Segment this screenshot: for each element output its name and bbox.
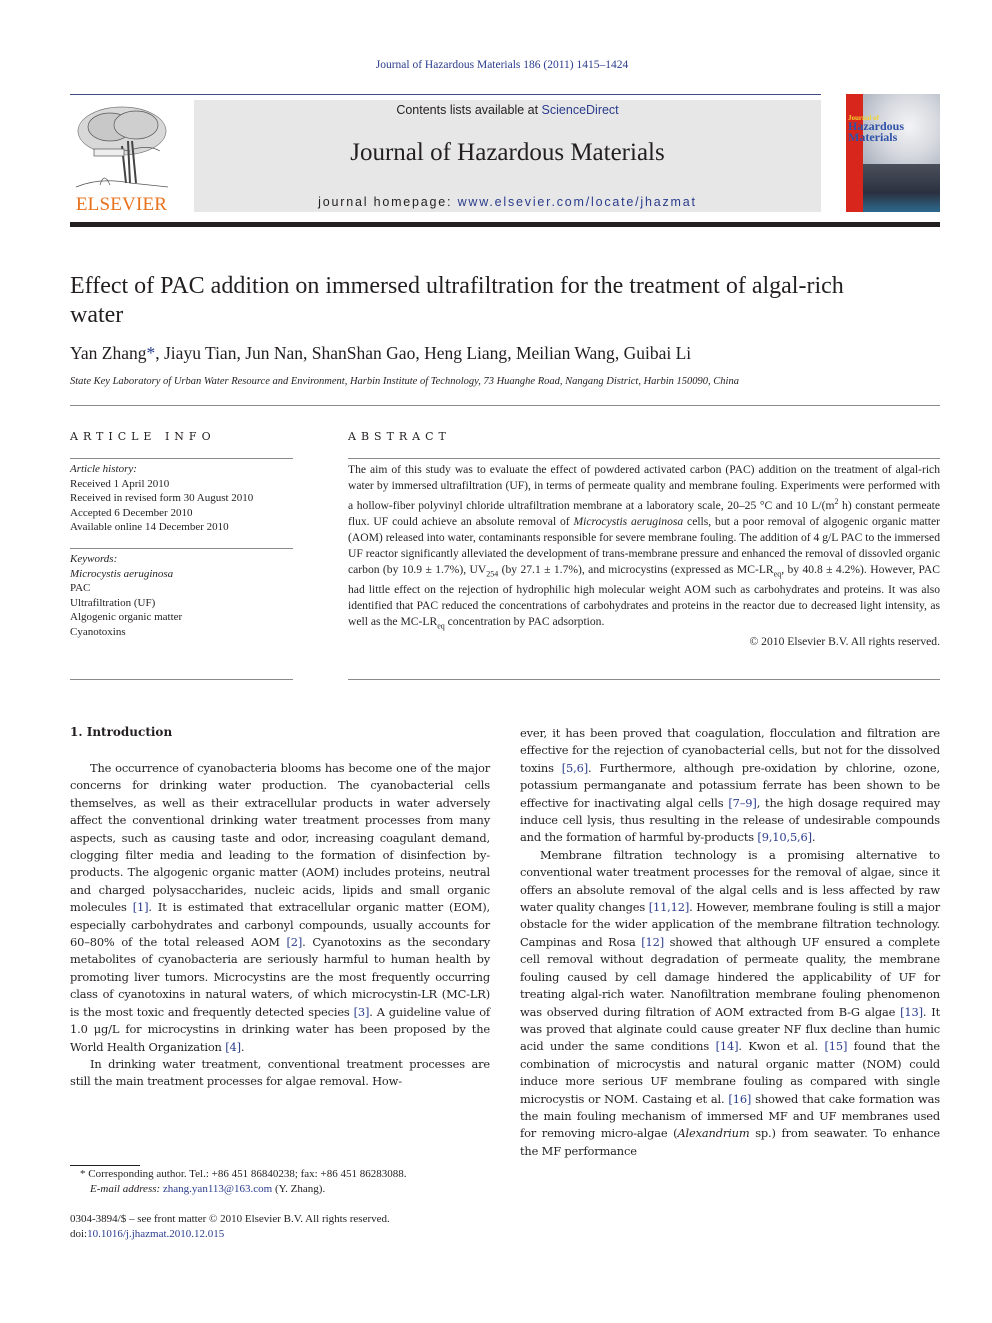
corresponding-author-footnote: * Corresponding author. Tel.: +86 451 86… — [80, 1167, 406, 1197]
keyword: PAC — [70, 582, 91, 594]
citation-ref[interactable]: [5,6] — [562, 761, 588, 775]
email-link[interactable]: zhang.yan113@163.com — [163, 1183, 272, 1195]
title-divider — [70, 405, 940, 406]
contents-line: Contents lists available at ScienceDirec… — [194, 103, 821, 117]
citation-ref[interactable]: [2] — [286, 935, 302, 949]
footnote-email: E-mail address: zhang.yan113@163.com (Y.… — [90, 1183, 326, 1195]
keywords: Keywords: Microcystis aeruginosa PAC Ult… — [70, 552, 182, 639]
body-paragraph: The occurrence of cyanobacteria blooms h… — [70, 761, 490, 1054]
body-paragraph: Membrane filtration technology is a prom… — [520, 847, 940, 1158]
body-right-column: ever, it has been proved that coagulatio… — [520, 725, 940, 1160]
author[interactable]: Yan Zhang — [70, 343, 147, 363]
abstract-rule — [348, 458, 940, 459]
citation-ref[interactable]: [16] — [728, 1092, 751, 1106]
sciencedirect-link[interactable]: ScienceDirect — [542, 103, 619, 117]
citation-ref[interactable]: [1] — [133, 900, 149, 914]
abstract-text: The aim of this study was to evaluate th… — [348, 462, 940, 650]
tree-icon — [75, 106, 169, 188]
header-divider — [70, 94, 821, 95]
doi-link[interactable]: 10.1016/j.jhazmat.2010.12.015 — [87, 1228, 224, 1240]
author[interactable]: ShanShan Gao — [312, 343, 416, 363]
author-list: Yan Zhang*, Jiayu Tian, Jun Nan, ShanSha… — [70, 343, 692, 363]
citation-ref[interactable]: [9,10,5,6] — [757, 830, 812, 844]
elsevier-wordmark: ELSEVIER — [75, 194, 168, 215]
author[interactable]: Guibai Li — [624, 343, 692, 363]
front-matter: 0304-3894/$ – see front matter © 2010 El… — [70, 1212, 390, 1242]
history-online: Available online 14 December 2010 — [70, 521, 229, 533]
history-accepted: Accepted 6 December 2010 — [70, 506, 193, 519]
citation-ref[interactable]: [3] — [354, 1005, 370, 1019]
section-heading-introduction: 1. Introduction — [70, 725, 173, 739]
history-revised: Received in revised form 30 August 2010 — [70, 492, 254, 504]
abstract-bottom-rule — [348, 679, 940, 680]
corresponding-author-mark[interactable]: * — [147, 343, 156, 363]
body-left-column: The occurrence of cyanobacteria blooms h… — [70, 760, 490, 1091]
citation-ref[interactable]: [7–9] — [728, 796, 756, 810]
journal-citation[interactable]: Journal of Hazardous Materials 186 (2011… — [0, 59, 992, 71]
issn-line: 0304-3894/$ – see front matter © 2010 El… — [70, 1213, 390, 1225]
journal-homepage: journal homepage: www.elsevier.com/locat… — [194, 195, 821, 209]
article-title: Effect of PAC addition on immersed ultra… — [70, 273, 844, 328]
citation-ref[interactable]: [4] — [225, 1040, 241, 1054]
article-info-rule — [70, 458, 293, 459]
contents-prefix: Contents lists available at — [396, 103, 542, 117]
abstract-heading: ABSTRACT — [348, 430, 451, 443]
keywords-label: Keywords: — [70, 553, 118, 565]
article-history: Article history: Received 1 April 2010 R… — [70, 462, 253, 535]
article-info-bottom-rule — [70, 679, 293, 680]
body-paragraph: In drinking water treatment, conventiona… — [70, 1056, 490, 1089]
cover-industry — [863, 164, 940, 212]
citation-link[interactable]: Journal of Hazardous Materials 186 (2011… — [376, 59, 629, 71]
author[interactable]: Jiayu Tian — [164, 343, 236, 363]
keyword: Ultrafiltration (UF) — [70, 596, 156, 609]
affiliation: State Key Laboratory of Urban Water Reso… — [70, 376, 739, 387]
citation-ref[interactable]: [13] — [900, 1005, 923, 1019]
author[interactable]: Heng Liang — [424, 343, 507, 363]
cover-title: Hazardous Materials — [848, 119, 905, 144]
doi-line: doi:10.1016/j.jhazmat.2010.12.015 — [70, 1228, 225, 1240]
keywords-rule — [70, 548, 293, 549]
article-info-heading: ARTICLE INFO — [70, 430, 216, 443]
citation-ref[interactable]: [11,12] — [649, 900, 690, 914]
abstract-paragraph: The aim of this study was to evaluate th… — [348, 463, 941, 631]
history-received: Received 1 April 2010 — [70, 477, 170, 490]
abstract-copyright: © 2010 Elsevier B.V. All rights reserved… — [749, 635, 940, 649]
keyword: Microcystis aeruginosa — [70, 567, 174, 580]
journal-title: Journal of Hazardous Materials — [350, 139, 665, 166]
author[interactable]: Jun Nan — [245, 343, 303, 363]
footnote-contact: * Corresponding author. Tel.: +86 451 86… — [80, 1168, 407, 1180]
header-thick-rule — [70, 222, 940, 227]
citation-ref[interactable]: [12] — [641, 935, 664, 949]
keyword: Cyanotoxins — [70, 625, 126, 638]
keyword: Algogenic organic matter — [70, 611, 183, 623]
homepage-label: journal homepage: — [318, 195, 458, 209]
history-label: Article history: — [70, 463, 137, 475]
homepage-link[interactable]: www.elsevier.com/locate/jhazmat — [458, 195, 697, 209]
author[interactable]: Meilian Wang — [516, 343, 615, 363]
journal-cover-image[interactable]: Journal of Hazardous Materials — [846, 94, 940, 212]
footnote-rule — [70, 1165, 140, 1166]
citation-ref[interactable]: [14] — [716, 1039, 739, 1053]
citation-ref[interactable]: [15] — [824, 1039, 847, 1053]
body-paragraph: ever, it has been proved that coagulatio… — [520, 726, 940, 845]
